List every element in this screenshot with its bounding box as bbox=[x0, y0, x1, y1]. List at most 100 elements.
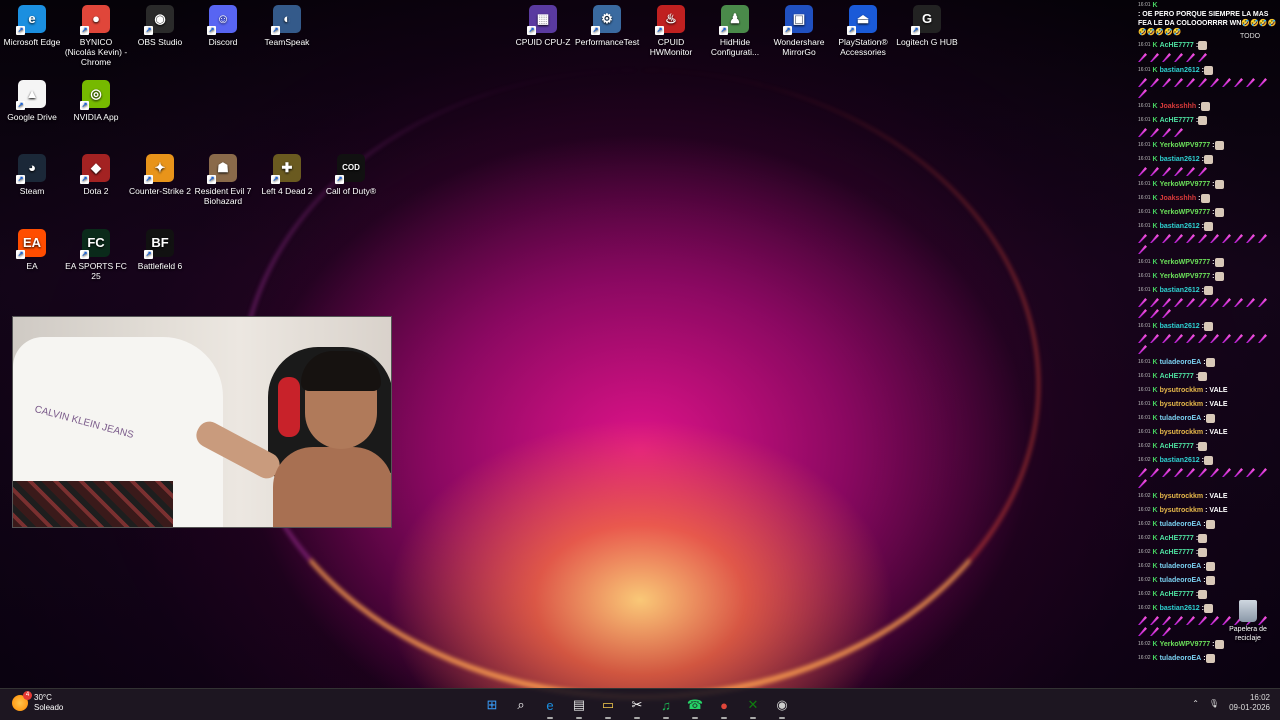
desktop-shortcut[interactable]: ⏏ ↗ PlayStation® Accessories bbox=[831, 5, 895, 57]
chat-username[interactable]: AcHE7777 bbox=[1160, 590, 1194, 599]
chat-username[interactable]: bastian2612 bbox=[1160, 155, 1200, 164]
chat-emote-row bbox=[1136, 233, 1280, 255]
feather-emote-icon bbox=[1186, 78, 1195, 87]
desktop-shortcut[interactable]: ☺ ↗ Discord bbox=[191, 5, 255, 47]
desktop-shortcut-label: TeamSpeak bbox=[264, 37, 310, 47]
chat-username[interactable]: tuladeoroEA bbox=[1160, 562, 1202, 571]
chat-username[interactable]: AcHE7777 bbox=[1160, 534, 1194, 543]
desktop-shortcut[interactable]: ● ↗ BYNICO (Nicolás Kevin) - Chrome bbox=[64, 5, 128, 67]
chat-username[interactable]: AcHE7777 bbox=[1160, 548, 1194, 557]
desktop-shortcut[interactable]: COD ↗ Call of Duty® bbox=[319, 154, 383, 196]
feather-emote-icon bbox=[1162, 234, 1171, 243]
chat-username[interactable]: tuladeoroEA bbox=[1160, 358, 1202, 367]
chat-username[interactable]: tuladeoroEA bbox=[1160, 414, 1202, 423]
search-button[interactable]: ⌕ bbox=[509, 693, 533, 717]
spotify-taskbar[interactable]: ♫ bbox=[654, 693, 678, 719]
desktop-shortcut[interactable]: FC ↗ EA SPORTS FC 25 bbox=[64, 229, 128, 281]
shortcut-arrow-icon: ↗ bbox=[16, 101, 25, 110]
desktop-shortcut[interactable]: ▦ ↗ CPUID CPU-Z bbox=[511, 5, 575, 47]
chat-username[interactable]: bysutrockkm bbox=[1160, 506, 1204, 515]
chat-username[interactable]: Joaksshhh bbox=[1160, 194, 1197, 203]
chat-username[interactable]: bysutrockkm bbox=[1160, 386, 1204, 395]
xbox-taskbar[interactable]: ✕ bbox=[741, 693, 765, 719]
feather-emote-icon bbox=[1174, 78, 1183, 87]
chat-timestamp: 16:02 bbox=[1138, 442, 1151, 449]
chat-username[interactable]: YerkoWPV9777 bbox=[1160, 640, 1211, 649]
desktop-shortcut-label: Steam bbox=[19, 186, 45, 196]
clock[interactable]: 16:02 09-01-2026 bbox=[1229, 693, 1270, 713]
desktop-shortcut-label: BYNICO (Nicolás Kevin) - Chrome bbox=[64, 37, 128, 67]
chat-message: 16:01 Kbastian2612: bbox=[1136, 152, 1280, 166]
hwmonitor-icon: ♨ ↗ bbox=[655, 5, 685, 35]
edge-taskbar[interactable]: e bbox=[538, 693, 562, 719]
chrome-taskbar[interactable]: ● bbox=[712, 693, 736, 719]
chat-username[interactable]: bastian2612 bbox=[1160, 66, 1200, 75]
recycle-bin[interactable]: Papelera de reciclaje bbox=[1222, 600, 1274, 643]
chat-username[interactable]: tuladeoroEA bbox=[1160, 654, 1202, 663]
chat-username[interactable]: bysutrockkm bbox=[1160, 492, 1204, 501]
kick-badge-icon: K bbox=[1152, 604, 1158, 612]
desktop-shortcut[interactable]: ☗ ↗ Resident Evil 7 Biohazard bbox=[191, 154, 255, 206]
desktop-shortcut[interactable]: ⚙ ↗ PerformanceTest bbox=[575, 5, 639, 47]
desktop-shortcut[interactable]: ◐ ↗ TeamSpeak bbox=[255, 5, 319, 47]
chat-timestamp: 16:02 bbox=[1138, 576, 1151, 583]
desktop-shortcut[interactable]: ♨ ↗ CPUID HWMonitor bbox=[639, 5, 703, 57]
shortcut-arrow-icon: ↗ bbox=[80, 26, 89, 35]
store-taskbar[interactable]: ▤ bbox=[567, 693, 591, 719]
feather-emote-icon bbox=[1162, 334, 1171, 343]
explorer-taskbar[interactable]: ▭ bbox=[596, 693, 620, 719]
feather-emote-icon bbox=[1246, 78, 1255, 87]
edge-icon: e ↗ bbox=[16, 5, 46, 35]
chat-username[interactable]: YerkoWPV9777 bbox=[1160, 258, 1211, 267]
chat-username[interactable]: bastian2612 bbox=[1160, 286, 1200, 295]
chat-message: 16:01 K Joaksshhh: bbox=[1136, 191, 1280, 205]
desktop-shortcut[interactable]: e ↗ Microsoft Edge bbox=[0, 5, 64, 47]
obs-taskbar[interactable]: ◉ bbox=[770, 693, 794, 719]
desktop-shortcut[interactable]: ✦ ↗ Counter-Strike 2 bbox=[128, 154, 192, 196]
chat-username[interactable]: Joaksshhh bbox=[1160, 102, 1197, 111]
chat-username[interactable]: AcHE7777 bbox=[1160, 372, 1194, 381]
chat-username[interactable]: bastian2612 bbox=[1160, 456, 1200, 465]
desktop-shortcut[interactable]: ◕ ↗ Steam bbox=[0, 154, 64, 196]
desktop-shortcut[interactable]: ◉ ↗ OBS Studio bbox=[128, 5, 192, 47]
desktop-shortcut[interactable]: ▲ ↗ Google Drive bbox=[0, 80, 64, 122]
chat-username[interactable]: bysutrockkm bbox=[1160, 400, 1204, 409]
chat-username[interactable]: YerkoWPV9777 bbox=[1160, 180, 1211, 189]
chat-username[interactable]: bastian2612 bbox=[1160, 604, 1200, 613]
desktop-shortcut[interactable]: ✚ ↗ Left 4 Dead 2 bbox=[255, 154, 319, 196]
desktop-shortcut-label: Discord bbox=[208, 37, 238, 47]
start-button[interactable]: ⊞ bbox=[480, 693, 504, 717]
shortcut-arrow-icon: ↗ bbox=[207, 26, 216, 35]
chat-username[interactable]: YerkoWPV9777 bbox=[1160, 272, 1211, 281]
chat-username[interactable]: YerkoWPV9777 bbox=[1160, 208, 1211, 217]
weather-widget[interactable]: 4 30°C Soleado bbox=[12, 691, 63, 713]
chat-username[interactable]: AcHE7777 bbox=[1160, 116, 1194, 125]
desktop-shortcut[interactable]: ▣ ↗ Wondershare MirrorGo bbox=[767, 5, 831, 57]
chat-timestamp: 16:02 bbox=[1138, 654, 1151, 661]
chat-message: 16:02 KtuladeoroEA: bbox=[1136, 573, 1280, 587]
microphone-icon[interactable]: 🎙 bbox=[1209, 699, 1219, 708]
desktop-shortcut[interactable]: EA ↗ EA bbox=[0, 229, 64, 271]
chat-username[interactable]: bastian2612 bbox=[1160, 222, 1200, 231]
feather-emote-icon bbox=[1186, 298, 1195, 307]
desktop-shortcut[interactable]: G ↗ Logitech G HUB bbox=[895, 5, 959, 47]
chat-timestamp: 16:01 bbox=[1138, 428, 1151, 435]
chat-username[interactable]: AcHE7777 bbox=[1160, 41, 1194, 50]
chat-username[interactable]: YerkoWPV9777 bbox=[1160, 141, 1211, 150]
chat-username[interactable]: AcHE7777 bbox=[1160, 442, 1194, 451]
chat-username[interactable]: bysutrockkm bbox=[1160, 428, 1204, 437]
emote-icon bbox=[1205, 575, 1215, 585]
whatsapp-taskbar[interactable]: ☎ bbox=[683, 693, 707, 719]
feather-emote-icon bbox=[1150, 78, 1159, 87]
chat-username[interactable]: tuladeoroEA bbox=[1160, 576, 1202, 585]
kick-badge-icon: K bbox=[1152, 442, 1158, 450]
shortcut-arrow-icon: ↗ bbox=[16, 250, 25, 259]
chat-username[interactable]: bastian2612 bbox=[1160, 322, 1200, 331]
chat-username[interactable]: tuladeoroEA bbox=[1160, 520, 1202, 529]
snipping-taskbar[interactable]: ✂ bbox=[625, 693, 649, 719]
desktop-shortcut[interactable]: BF ↗ Battlefield 6 bbox=[128, 229, 192, 271]
desktop-shortcut[interactable]: ♟ ↗ HidHide Configurati... bbox=[703, 5, 767, 57]
desktop-shortcut[interactable]: ◆ ↗ Dota 2 bbox=[64, 154, 128, 196]
chevron-up-icon[interactable]: ⌃ bbox=[1192, 699, 1199, 708]
desktop-shortcut[interactable]: ◎ ↗ NVIDIA App bbox=[64, 80, 128, 122]
